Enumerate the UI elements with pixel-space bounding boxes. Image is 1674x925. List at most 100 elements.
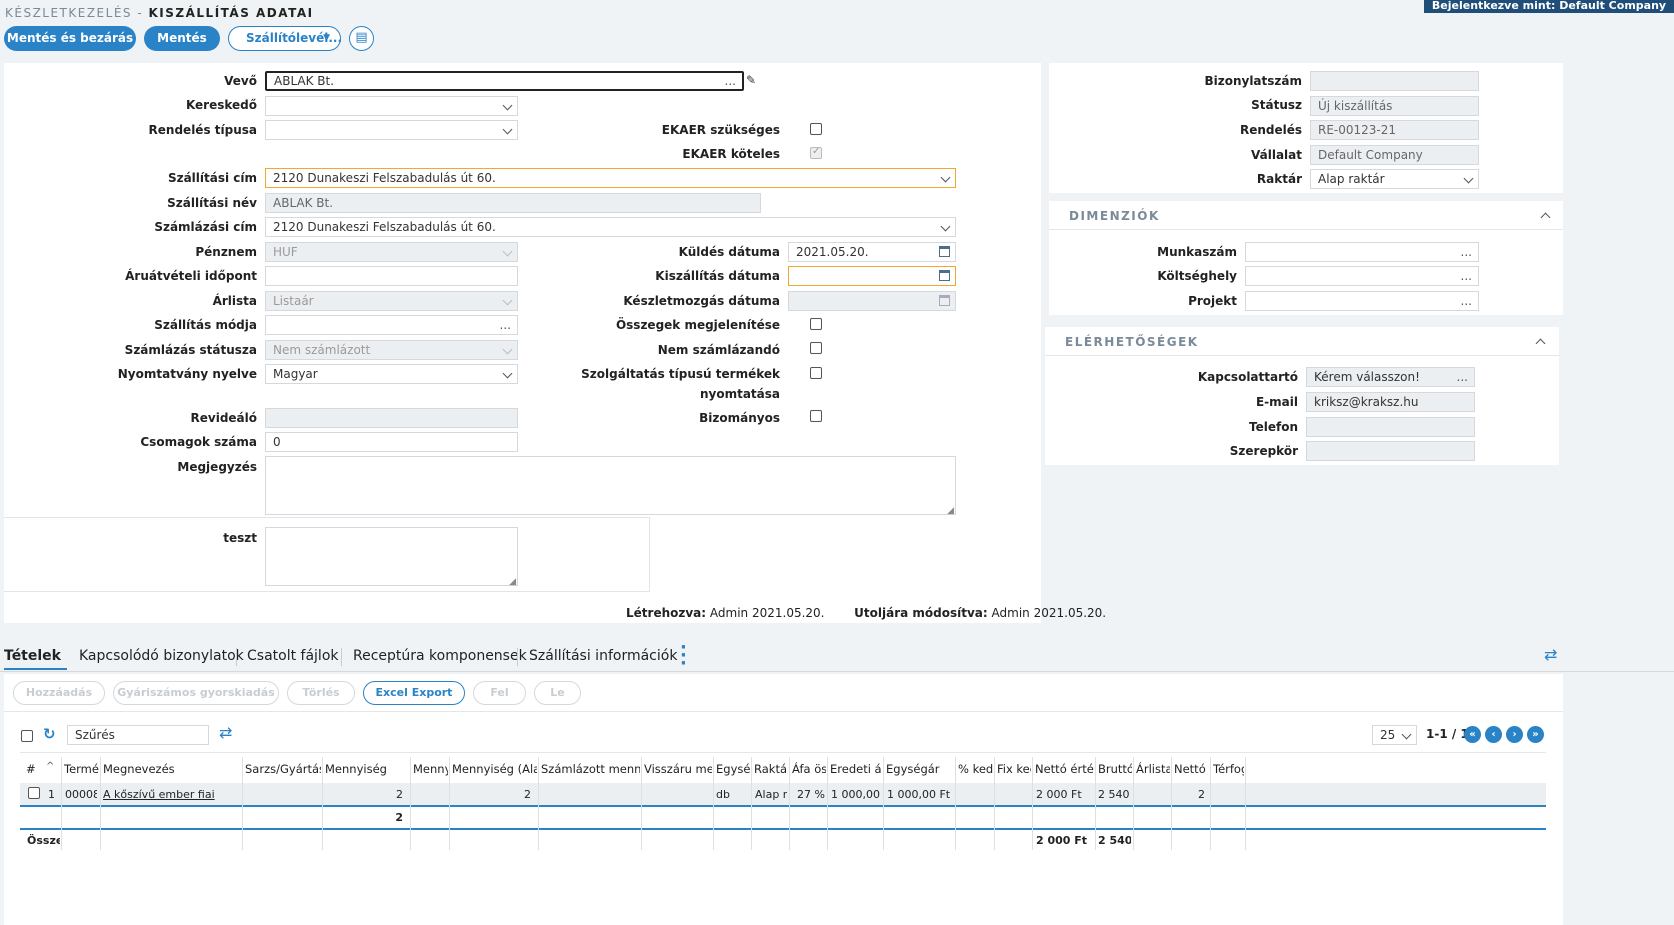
resize-handle-icon[interactable]: ◢ <box>509 577 516 587</box>
shipping-address-select[interactable]: 2120 Dunakeszi Felszabadulás út 60. <box>265 168 956 188</box>
column-header-2[interactable]: Megnevezés <box>103 762 241 776</box>
order-field[interactable]: RE-00123-21 <box>1310 120 1479 140</box>
project-lookup-ellipsis[interactable]: ... <box>1461 292 1472 310</box>
add-button[interactable]: Hozzáadás <box>13 681 105 705</box>
column-header-20[interactable]: Térfog <box>1213 762 1244 776</box>
next-page-icon[interactable]: › <box>1506 726 1523 743</box>
not-billable-checkbox[interactable] <box>810 342 822 354</box>
column-separator[interactable] <box>242 757 243 850</box>
note-textarea[interactable]: ◢ <box>265 456 956 516</box>
collapse-dimensions-icon[interactable] <box>1538 209 1552 223</box>
column-header-9[interactable]: Egysé <box>716 762 750 776</box>
column-header-6[interactable]: Mennyiség (Alap <box>452 762 537 776</box>
column-separator[interactable] <box>538 757 539 850</box>
column-separator[interactable] <box>322 757 323 850</box>
column-separator[interactable] <box>789 757 790 850</box>
work-number-lookup-ellipsis[interactable]: ... <box>1461 243 1472 261</box>
column-separator[interactable] <box>1133 757 1134 850</box>
move-down-button[interactable]: Le <box>534 681 581 705</box>
warehouse-select[interactable]: Alap raktár <box>1310 169 1479 189</box>
column-header-1[interactable]: Termé <box>64 762 99 776</box>
column-header-7[interactable]: Számlázott menny <box>541 762 640 776</box>
column-separator[interactable] <box>827 757 828 850</box>
cost-center-lookup-ellipsis[interactable]: ... <box>1461 267 1472 285</box>
column-separator[interactable] <box>1245 757 1246 850</box>
receipt-time-input[interactable] <box>265 266 518 286</box>
row-product-name-link[interactable]: A kőszívű ember fiai <box>103 788 215 801</box>
cost-center-input[interactable]: ... <box>1245 266 1479 286</box>
column-header-10[interactable]: Raktár <box>754 762 788 776</box>
calendar-icon[interactable] <box>939 246 950 257</box>
resize-handle-icon[interactable]: ◢ <box>947 506 954 516</box>
contact-person-input[interactable]: Kérem válasszon! ... <box>1306 367 1475 387</box>
work-number-input[interactable]: ... <box>1245 242 1479 262</box>
customer-input[interactable]: ABLAK Bt. ... <box>265 71 744 91</box>
column-header-3[interactable]: Sarzs/Gyártási <box>245 762 321 776</box>
column-header-8[interactable]: Visszáru mer <box>644 762 712 776</box>
column-separator[interactable] <box>641 757 642 850</box>
sort-asc-icon[interactable]: ^ <box>46 761 54 772</box>
tab-related-documents[interactable]: Kapcsolódó bizonylatok <box>79 648 244 664</box>
ekaer-required-checkbox[interactable] <box>810 123 822 135</box>
column-separator[interactable] <box>994 757 995 850</box>
select-all-checkbox[interactable] <box>21 730 33 742</box>
delivery-date-input[interactable] <box>788 266 956 286</box>
column-separator[interactable] <box>1095 757 1096 850</box>
tab-items[interactable]: Tételek <box>4 648 61 664</box>
column-header-12[interactable]: Eredeti á <box>830 762 882 776</box>
refresh-icon[interactable]: ↻ <box>43 725 56 743</box>
row-checkbox[interactable] <box>28 787 40 799</box>
edit-icon[interactable]: ✎ <box>746 73 756 87</box>
column-separator[interactable] <box>713 757 714 850</box>
serial-quick-issue-button[interactable]: Gyáriszámos gyorskiadás <box>113 681 279 705</box>
delete-button[interactable]: Törlés <box>287 681 355 705</box>
clipboard-icon[interactable]: ▤ <box>349 26 374 51</box>
column-header-17[interactable]: Bruttó <box>1098 762 1132 776</box>
column-separator[interactable] <box>1210 757 1211 850</box>
collapse-contacts-icon[interactable] <box>1533 335 1547 349</box>
page-size-select[interactable]: 25 <box>1372 725 1417 745</box>
swap-icon[interactable]: ⇄ <box>1544 645 1557 664</box>
show-amounts-checkbox[interactable] <box>810 318 822 330</box>
customer-lookup-ellipsis[interactable]: ... <box>725 73 736 89</box>
order-type-select[interactable] <box>265 120 518 140</box>
column-header-13[interactable]: Egységár <box>886 762 954 776</box>
send-date-input[interactable]: 2021.05.20. <box>788 242 956 262</box>
column-header-16[interactable]: Nettó érté <box>1035 762 1094 776</box>
first-page-icon[interactable]: « <box>1464 726 1481 743</box>
swap-columns-icon[interactable]: ⇄ <box>219 723 232 742</box>
move-up-button[interactable]: Fel <box>473 681 526 705</box>
package-count-input[interactable]: 0 <box>265 432 518 452</box>
column-separator[interactable] <box>883 757 884 850</box>
print-service-products-checkbox[interactable] <box>810 367 822 379</box>
save-and-close-button[interactable]: Mentés és bezárás <box>4 26 136 51</box>
save-button[interactable]: Mentés <box>144 26 220 51</box>
column-separator[interactable] <box>410 757 411 850</box>
column-header-15[interactable]: Fix ked <box>997 762 1031 776</box>
contact-person-lookup-ellipsis[interactable]: ... <box>1457 368 1468 386</box>
tab-shipping-info[interactable]: Szállítási információk <box>529 648 677 664</box>
column-header-14[interactable]: % ked <box>958 762 993 776</box>
test-textarea[interactable]: ◢ <box>265 527 518 587</box>
column-separator[interactable] <box>1032 757 1033 850</box>
column-separator[interactable] <box>449 757 450 850</box>
project-input[interactable]: ... <box>1245 291 1479 311</box>
consignment-checkbox[interactable] <box>810 410 822 422</box>
column-header-5[interactable]: Menny <box>413 762 448 776</box>
merchant-select[interactable] <box>265 96 518 116</box>
column-header-11[interactable]: Áfa ös <box>792 762 826 776</box>
more-tabs-icon[interactable]: · · · <box>680 639 687 673</box>
shipping-method-input[interactable]: ... <box>265 315 518 335</box>
filter-input[interactable]: Szűrés <box>67 725 209 745</box>
column-header-18[interactable]: Árlista <box>1136 762 1170 776</box>
column-header-4[interactable]: Mennyiség <box>325 762 409 776</box>
prev-page-icon[interactable]: ‹ <box>1485 726 1502 743</box>
tab-recipe-components[interactable]: Receptúra komponensek <box>353 648 527 664</box>
print-language-select[interactable]: Magyar <box>265 364 518 384</box>
last-page-icon[interactable]: » <box>1527 726 1544 743</box>
column-header-19[interactable]: Nettó <box>1174 762 1209 776</box>
column-separator[interactable] <box>1171 757 1172 850</box>
billing-address-select[interactable]: 2120 Dunakeszi Felszabadulás út 60. <box>265 217 956 237</box>
breadcrumb-parent[interactable]: KÉSZLETKEZELÉS - <box>5 6 143 20</box>
shipping-method-lookup-ellipsis[interactable]: ... <box>500 316 511 334</box>
